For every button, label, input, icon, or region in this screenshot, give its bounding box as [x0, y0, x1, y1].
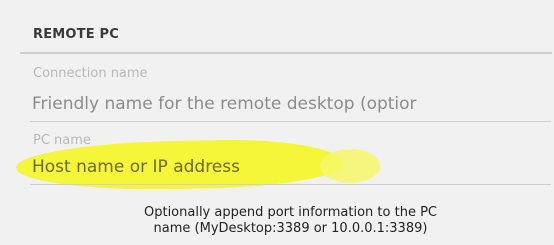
port-help-line-2: name (MyDesktop:3389 or 10.0.0.1:3389) — [153, 221, 428, 236]
connection-name-field-container — [30, 87, 551, 122]
pc-name-label: PC name — [33, 133, 91, 148]
remote-pc-settings-panel: REMOTE PC Connection name PC name Option… — [0, 0, 554, 245]
connection-name-input[interactable] — [30, 87, 551, 121]
section-divider — [20, 52, 552, 54]
pc-name-input[interactable] — [30, 150, 551, 184]
pc-name-field-container — [30, 150, 551, 185]
port-help-line-1: Optionally append port information to th… — [143, 205, 437, 220]
connection-name-label: Connection name — [33, 66, 148, 81]
port-help-text: Optionally append port information to th… — [30, 205, 551, 237]
section-header-remote-pc: REMOTE PC — [33, 27, 120, 42]
